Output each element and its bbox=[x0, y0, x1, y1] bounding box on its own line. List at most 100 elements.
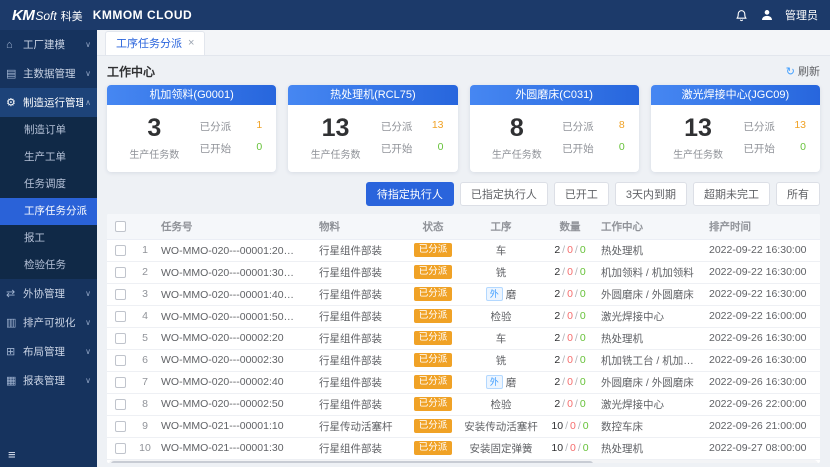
quantity: 10/0/0 bbox=[543, 415, 597, 437]
table-row[interactable]: 5WO-MMO-020---00002:20行星组件部装已分派车2/0/0热处理… bbox=[107, 327, 820, 349]
column-header: 工序 bbox=[459, 214, 543, 240]
table-row[interactable]: 8WO-MMO-020---00002:50行星组件部装已分派检验2/0/0激光… bbox=[107, 393, 820, 415]
dispatched-label: 已分派 bbox=[743, 119, 775, 134]
user-avatar-icon[interactable] bbox=[759, 7, 775, 23]
sidebar-subitem-task-dispatch[interactable]: 工序任务分派 bbox=[0, 198, 97, 225]
horizontal-scrollbar[interactable] bbox=[109, 460, 818, 463]
row-checkbox[interactable] bbox=[115, 311, 126, 322]
sidebar-item-master-data[interactable]: ▤主数据管理∨ bbox=[0, 59, 97, 88]
sidebar-subitem-manufacturing-orders[interactable]: 制造订单 bbox=[0, 117, 97, 144]
sidebar-subitem-inspection-tasks[interactable]: 检验任务 bbox=[0, 252, 97, 279]
work-center: 数控车床 bbox=[597, 415, 705, 437]
task-number: WO-MMO-020---00001:40 bbox=[161, 289, 294, 301]
dispatched-value: 8 bbox=[619, 119, 625, 134]
row-checkbox[interactable] bbox=[115, 245, 126, 256]
row-index: 10 bbox=[133, 437, 157, 459]
section-title: 工作中心 bbox=[107, 63, 155, 80]
quantity: 2/0/0 bbox=[543, 283, 597, 305]
refresh-icon: ↻ bbox=[786, 65, 795, 78]
material: 行星传动活塞杆 bbox=[315, 415, 407, 437]
schedule-time: 2022-09-22 16:30:00 bbox=[705, 261, 820, 283]
row-checkbox[interactable] bbox=[115, 443, 126, 454]
scrollbar-thumb[interactable] bbox=[111, 461, 593, 463]
factory-icon: ⌂ bbox=[6, 39, 20, 51]
work-center-card-body: 3生产任务数已分派1已开始0 bbox=[107, 105, 276, 172]
filter-button-2[interactable]: 已开工 bbox=[554, 182, 609, 206]
row-index: 3 bbox=[133, 283, 157, 305]
work-center-card-body: 13生产任务数已分派13已开始0 bbox=[651, 105, 820, 172]
tab-label: 工序任务分派 bbox=[116, 35, 182, 51]
table-row[interactable]: 2WO-MMO-020---00001:30超期行星组件部装已分派铣2/0/0机… bbox=[107, 261, 820, 283]
notification-icon[interactable] bbox=[733, 7, 749, 23]
sidebar-item-outsourcing[interactable]: ⇄外协管理∨ bbox=[0, 279, 97, 308]
sidebar-item-manufacturing-ops[interactable]: ⚙制造运行管理∧ bbox=[0, 88, 97, 117]
tab-task-dispatch[interactable]: 工序任务分派 × bbox=[105, 31, 205, 55]
row-checkbox[interactable] bbox=[115, 267, 126, 278]
work-center-card-body: 8生产任务数已分派8已开始0 bbox=[470, 105, 639, 172]
filter-button-5[interactable]: 所有 bbox=[776, 182, 820, 206]
sidebar-item-layout-management[interactable]: ⊞布局管理∨ bbox=[0, 337, 97, 366]
table-row[interactable]: 3WO-MMO-020---00001:40超期行星组件部装已分派外磨2/0/0… bbox=[107, 283, 820, 305]
table-row[interactable]: 7WO-MMO-020---00002:40行星组件部装已分派外磨2/0/0外圆… bbox=[107, 371, 820, 393]
refresh-button[interactable]: ↻ 刷新 bbox=[786, 63, 820, 79]
app-window: KM Soft 科美 KMMOM CLOUD 管理员 ⌂工厂建模∨▤主数据管理∨… bbox=[0, 0, 830, 467]
select-all-checkbox[interactable] bbox=[115, 221, 126, 232]
sidebar-subitem-work-reporting[interactable]: 报工 bbox=[0, 225, 97, 252]
row-checkbox[interactable] bbox=[115, 289, 126, 300]
top-header: KM Soft 科美 KMMOM CLOUD 管理员 bbox=[0, 0, 830, 30]
process: 检验 bbox=[491, 311, 512, 323]
row-index: 4 bbox=[133, 305, 157, 327]
material: 行星组件部装 bbox=[315, 305, 407, 327]
row-checkbox[interactable] bbox=[115, 421, 126, 432]
filter-button-4[interactable]: 超期未完工 bbox=[693, 182, 770, 206]
table-row[interactable]: 9WO-MMO-021---00001:10行星传动活塞杆已分派安装传动活塞杆1… bbox=[107, 415, 820, 437]
row-checkbox[interactable] bbox=[115, 333, 126, 344]
table-row[interactable]: 1WO-MMO-020---00001:20超期行星组件部装已分派车2/0/0热… bbox=[107, 239, 820, 261]
work-center-card[interactable]: 机加领料(G0001)3生产任务数已分派1已开始0 bbox=[107, 85, 276, 172]
sidebar-item-label: 主数据管理 bbox=[23, 66, 83, 81]
close-icon[interactable]: × bbox=[188, 38, 194, 49]
sidebar-subitem-task-scheduling[interactable]: 任务调度 bbox=[0, 171, 97, 198]
sidebar-item-factory-modeling[interactable]: ⌂工厂建模∨ bbox=[0, 30, 97, 59]
outsourced-badge: 外 bbox=[486, 287, 503, 301]
task-count-value: 13 bbox=[298, 114, 373, 143]
sidebar-subitem-production-work-orders[interactable]: 生产工单 bbox=[0, 144, 97, 171]
task-count-label: 生产任务数 bbox=[661, 146, 736, 161]
column-header: 数量 bbox=[543, 214, 597, 240]
status-badge: 已分派 bbox=[414, 419, 453, 433]
process: 铣 bbox=[496, 355, 507, 367]
process: 磨 bbox=[506, 377, 517, 389]
sidebar-item-scheduling-visualization[interactable]: ▥排产可视化∨ bbox=[0, 308, 97, 337]
filter-button-3[interactable]: 3天内到期 bbox=[615, 182, 687, 206]
row-checkbox[interactable] bbox=[115, 377, 126, 388]
status-badge: 已分派 bbox=[414, 309, 453, 323]
sidebar-item-report-management[interactable]: ▦报表管理∨ bbox=[0, 366, 97, 395]
row-checkbox[interactable] bbox=[115, 399, 126, 410]
schedule-time: 2022-09-27 08:00:00 bbox=[705, 437, 820, 459]
row-checkbox[interactable] bbox=[115, 355, 126, 366]
task-count-label: 生产任务数 bbox=[298, 146, 373, 161]
work-center-card[interactable]: 激光焊接中心(JGC09)13生产任务数已分派13已开始0 bbox=[651, 85, 820, 172]
task-number: WO-MMO-020---00001:20 bbox=[161, 245, 294, 257]
task-number: WO-MMO-021---00001:30 bbox=[161, 442, 284, 454]
user-name[interactable]: 管理员 bbox=[785, 7, 818, 23]
filter-buttons: 待指定执行人已指定执行人已开工3天内到期超期未完工所有 bbox=[107, 182, 820, 206]
filter-button-0[interactable]: 待指定执行人 bbox=[366, 182, 454, 206]
schedule-time: 2022-09-26 16:30:00 bbox=[705, 371, 820, 393]
logo-km-text: KM bbox=[12, 7, 34, 24]
work-center-card-body: 13生产任务数已分派13已开始0 bbox=[288, 105, 457, 172]
chevron-down-icon: ∨ bbox=[85, 318, 91, 327]
sidebar-collapse-button[interactable]: ≡ bbox=[0, 441, 97, 467]
tab-bar: 工序任务分派 × bbox=[97, 30, 830, 56]
work-center-card-title: 热处理机(RCL75) bbox=[288, 85, 457, 105]
started-value: 0 bbox=[438, 141, 444, 156]
table-row[interactable]: 6WO-MMO-020---00002:30行星组件部装已分派铣2/0/0机加铣… bbox=[107, 349, 820, 371]
chevron-down-icon: ∨ bbox=[85, 40, 91, 49]
work-center-card[interactable]: 热处理机(RCL75)13生产任务数已分派13已开始0 bbox=[288, 85, 457, 172]
table-row[interactable]: 10WO-MMO-021---00001:30行星组件部装已分派安装固定弹簧10… bbox=[107, 437, 820, 459]
filter-button-1[interactable]: 已指定执行人 bbox=[460, 182, 548, 206]
process: 铣 bbox=[496, 267, 507, 279]
table-row[interactable]: 4WO-MMO-020---00001:50超期行星组件部装已分派检验2/0/0… bbox=[107, 305, 820, 327]
process: 安装传动活塞杆 bbox=[464, 421, 538, 433]
work-center-card[interactable]: 外圆磨床(C031)8生产任务数已分派8已开始0 bbox=[470, 85, 639, 172]
